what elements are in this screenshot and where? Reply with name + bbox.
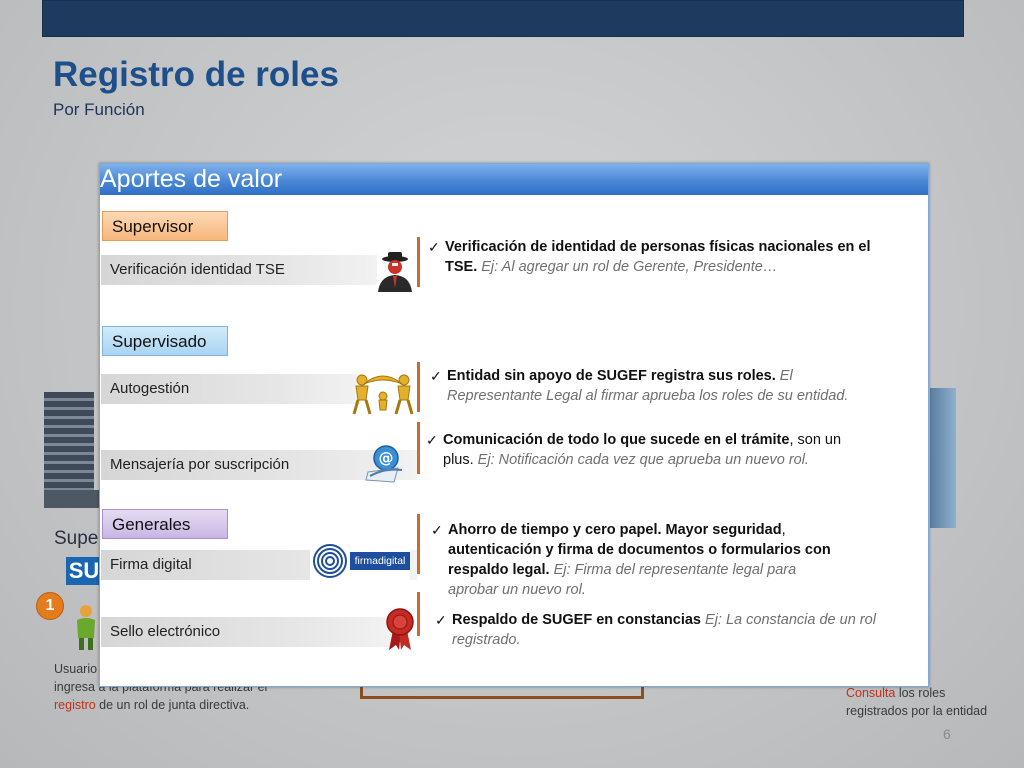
mensajeria-bold: Comunicación de todo lo que sucede en el… bbox=[443, 432, 790, 448]
firmadigital-logo: firmadigital bbox=[310, 542, 410, 580]
panel-header: Aportes de valor bbox=[100, 164, 928, 195]
svg-text:@: @ bbox=[379, 449, 394, 467]
panel-title: Aportes de valor bbox=[100, 165, 283, 193]
autogestion-example-2: Representante Legal al firmar aprueba lo… bbox=[447, 388, 849, 404]
wax-seal-icon bbox=[386, 608, 414, 650]
slide-subtitle: Por Función bbox=[53, 100, 145, 119]
divider-tse bbox=[417, 237, 420, 287]
feature-sello: Sello electrónico bbox=[101, 617, 391, 647]
fingerprint-spiral-icon bbox=[313, 544, 347, 578]
firma-bold-3: respaldo legal. bbox=[448, 562, 550, 578]
bg-right-text-1: los roles bbox=[898, 686, 946, 700]
autogestion-bold: Entidad sin apoyo de SUGEF registra sus … bbox=[447, 368, 776, 384]
firma-bold-2: autenticación y firma de documentos o fo… bbox=[448, 542, 831, 558]
value-panel: Aportes de valor Supervisor Verificación… bbox=[99, 163, 929, 687]
feature-tse: Verificación identidad TSE bbox=[101, 255, 377, 285]
building-right-image bbox=[930, 388, 956, 528]
category-generales: Generales bbox=[102, 509, 228, 539]
tse-example: Ej: Al agregar un rol de Gerente, Presid… bbox=[481, 259, 778, 275]
description-autogestion: ✓ Entidad sin apoyo de SUGEF registra su… bbox=[430, 366, 917, 406]
feature-autogestion: Autogestión bbox=[101, 374, 361, 404]
background-right-text: Consulta los roles registrados por la en… bbox=[846, 684, 1016, 720]
bg-right-text-2: registrados por la entidad bbox=[846, 704, 988, 718]
check-icon: ✓ bbox=[428, 239, 440, 255]
background-label: Super bbox=[54, 528, 105, 549]
golden-figures-icon bbox=[352, 374, 414, 415]
bg-left-text-3: de un rol de junta directiva. bbox=[99, 698, 250, 712]
divider-firma bbox=[417, 514, 420, 574]
user-icon bbox=[77, 605, 95, 650]
step-number-badge: 1 bbox=[36, 592, 64, 620]
description-firma: ✓ Ahorro de tiempo y cero papel. Mayor s… bbox=[431, 520, 918, 600]
top-banner bbox=[42, 0, 964, 37]
bg-left-highlight: registro bbox=[54, 698, 96, 712]
slide-title: Registro de roles bbox=[53, 55, 339, 94]
bg-right-highlight: Consulta bbox=[846, 686, 896, 700]
description-tse: ✓ Verificación de identidad de personas … bbox=[428, 237, 915, 277]
mensajeria-normal-2: plus. bbox=[443, 452, 474, 468]
firma-bold-1: Ahorro de tiempo y cero papel. Mayor seg… bbox=[448, 522, 782, 538]
description-mensajeria: ✓ Comunicación de todo lo que sucede en … bbox=[426, 430, 913, 470]
spy-person-icon bbox=[378, 252, 412, 292]
tse-bold-1: Verificación de identidad de personas fí… bbox=[445, 239, 871, 255]
divider-mensajeria bbox=[417, 422, 420, 474]
sello-bold: Respaldo de SUGEF en constancias bbox=[452, 612, 701, 628]
firma-example-1: Ej: Firma del representante legal para bbox=[553, 562, 797, 578]
check-icon: ✓ bbox=[435, 612, 447, 628]
divider-autogestion bbox=[417, 362, 420, 412]
check-icon: ✓ bbox=[426, 432, 438, 448]
tse-bold-2: TSE. bbox=[445, 259, 478, 275]
sello-example-2: registrado. bbox=[452, 632, 521, 648]
firma-normal-1: , bbox=[781, 522, 786, 538]
mensajeria-normal-1: , son un bbox=[789, 432, 842, 448]
email-at-icon: @ bbox=[365, 445, 403, 483]
sello-example-1: Ej: La constancia de un rol bbox=[705, 612, 876, 628]
building-base bbox=[44, 490, 100, 508]
category-supervisor: Supervisor bbox=[102, 211, 228, 241]
bg-left-text-1: Usuario bbox=[54, 662, 98, 676]
sugef-logo: SU bbox=[66, 557, 102, 585]
mensajeria-example: Ej: Notificación cada vez que aprueba un… bbox=[477, 452, 809, 468]
check-icon: ✓ bbox=[431, 522, 443, 538]
divider-sello bbox=[417, 592, 420, 636]
firma-example-2: aprobar un nuevo rol. bbox=[448, 582, 586, 598]
autogestion-example-1: El bbox=[779, 368, 793, 384]
page-number: 6 bbox=[943, 726, 951, 742]
category-supervisado: Supervisado bbox=[102, 326, 228, 356]
firmadigital-label: firmadigital bbox=[350, 552, 410, 570]
description-sello: ✓ Respaldo de SUGEF en constancias Ej: L… bbox=[435, 610, 922, 650]
check-icon: ✓ bbox=[430, 368, 442, 384]
